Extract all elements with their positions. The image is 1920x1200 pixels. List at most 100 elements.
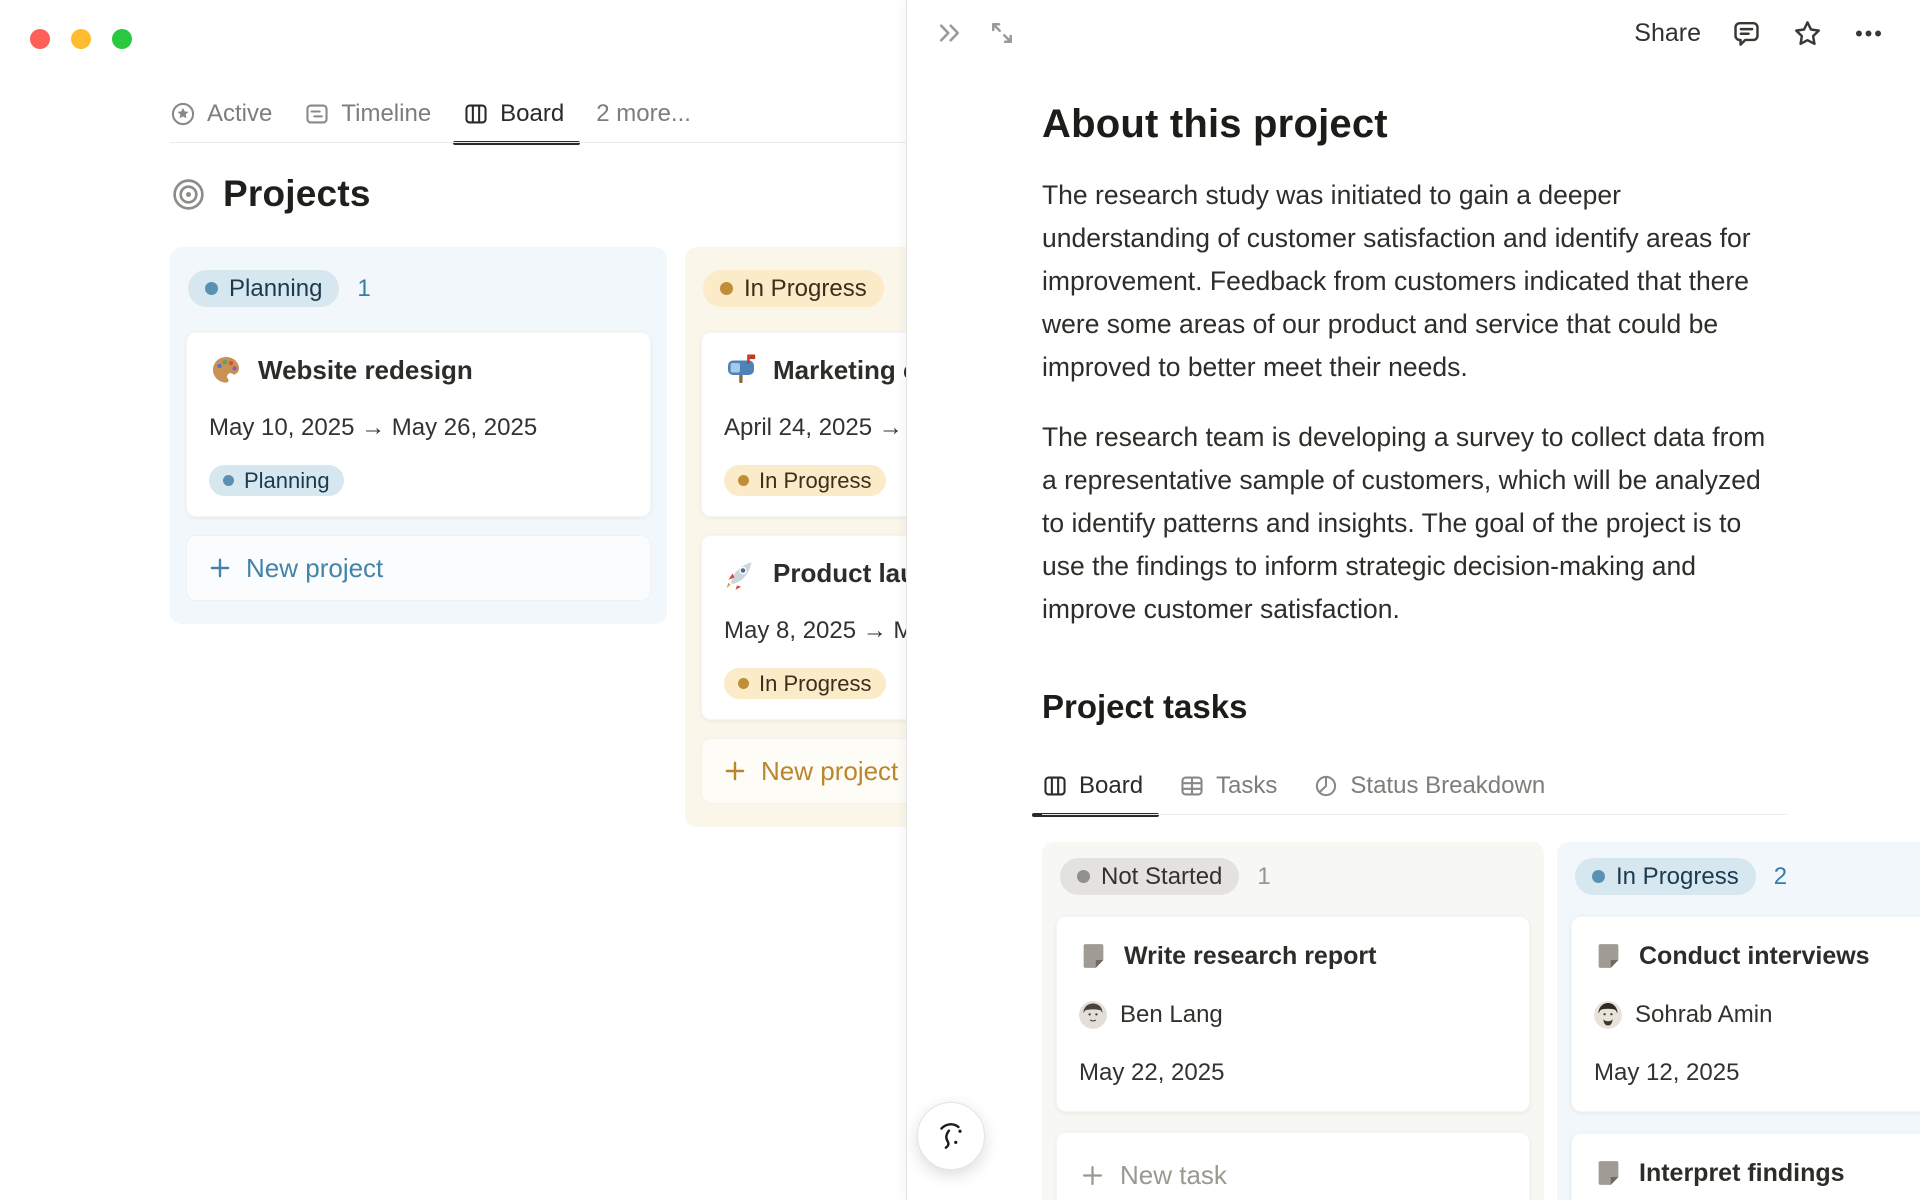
- target-icon: [170, 176, 207, 213]
- column-header: Not Started 1: [1060, 858, 1526, 895]
- card-title: Conduct interviews: [1639, 941, 1870, 970]
- status-dot: [205, 282, 218, 295]
- rocket-icon: [724, 556, 758, 590]
- status-label: Not Started: [1101, 862, 1223, 890]
- column-header: Planning 1: [188, 270, 649, 307]
- card-date: May 12, 2025: [1594, 1059, 1740, 1086]
- status-dot: [720, 282, 733, 295]
- new-task-button[interactable]: New task: [1056, 1132, 1530, 1200]
- card-title: Interpret findings: [1639, 1158, 1845, 1187]
- close-window-button[interactable]: [30, 29, 50, 49]
- column-count: 1: [1257, 862, 1271, 890]
- tasks-tab-label: Tasks: [1216, 772, 1278, 799]
- column-count: 1: [357, 274, 371, 302]
- star-circle-icon: [170, 101, 196, 127]
- plus-icon: [1079, 1162, 1106, 1189]
- card-title: Marketing c: [773, 354, 918, 385]
- section-heading[interactable]: Project tasks: [1042, 688, 1786, 726]
- card-status-tag: In Progress: [724, 465, 886, 496]
- favorite-button[interactable]: [1792, 18, 1823, 49]
- window-controls: [30, 29, 132, 49]
- tasks-column-in-progress: In Progress 2 Conduct interviews Sohrab …: [1557, 842, 1920, 1200]
- avatar-ben-lang: [1079, 1001, 1107, 1029]
- tasks-tab-label: Board: [1079, 772, 1144, 799]
- ai-face-icon: [933, 1118, 969, 1154]
- table-icon: [1179, 773, 1205, 799]
- paragraph[interactable]: The research team is developing a survey…: [1042, 416, 1787, 631]
- board-column-planning: Planning 1 Website redesign May 10, 2025…: [170, 247, 667, 624]
- avatar-sohrab-amin: [1594, 1001, 1622, 1029]
- status-dot: [738, 678, 749, 689]
- view-tab-label: Board: [500, 100, 565, 127]
- view-tabs: Active Timeline Board 2 more...: [170, 100, 906, 145]
- comment-bubble-icon: [1731, 18, 1762, 49]
- status-pill-in-progress[interactable]: In Progress: [1575, 858, 1756, 895]
- expand-page-button[interactable]: [987, 18, 1017, 48]
- tasks-tab-board[interactable]: Board: [1031, 772, 1160, 817]
- view-tab-label: Active: [207, 100, 273, 127]
- status-dot: [738, 475, 749, 486]
- peek-content: About this project The research study wa…: [907, 102, 1920, 1200]
- timeline-icon: [304, 101, 330, 127]
- tabs-divider: [170, 142, 906, 143]
- tasks-tab-label: Status Breakdown: [1350, 772, 1546, 799]
- side-peek-panel: Share About this project The research st…: [906, 0, 1920, 1200]
- card-date-range: May 10, 2025 → May 26, 2025: [209, 414, 538, 441]
- status-dot: [1077, 870, 1090, 883]
- status-pill-not-started[interactable]: Not Started: [1060, 858, 1240, 895]
- status-pill-planning[interactable]: Planning: [188, 270, 340, 307]
- assignee-name: Sohrab Amin: [1635, 1001, 1773, 1028]
- projects-page: Active Timeline Board 2 more... Projects: [170, 0, 1182, 827]
- card-status-tag: In Progress: [724, 668, 886, 699]
- board-icon: [1042, 773, 1068, 799]
- notion-ai-button[interactable]: [917, 1102, 985, 1170]
- view-tab-active[interactable]: Active: [170, 100, 272, 143]
- tasks-column-not-started: Not Started 1 Write research report Ben …: [1042, 842, 1544, 1200]
- card-status-tag: Planning: [209, 465, 344, 496]
- tasks-tab-tasks[interactable]: Tasks: [1179, 772, 1277, 815]
- card-title: Website redesign: [258, 354, 473, 385]
- mailbox-icon: [724, 353, 758, 387]
- tasks-board: Not Started 1 Write research report Ben …: [1042, 842, 1920, 1200]
- projects-board: Planning 1 Website redesign May 10, 2025…: [170, 247, 1182, 827]
- share-button[interactable]: Share: [1634, 19, 1701, 48]
- assignee-name: Ben Lang: [1120, 1001, 1223, 1028]
- status-label: Planning: [229, 274, 323, 302]
- minimize-window-button[interactable]: [71, 29, 91, 49]
- new-project-button[interactable]: New project: [186, 535, 651, 601]
- status-dot: [1592, 870, 1605, 883]
- expand-diagonal-icon: [987, 18, 1017, 48]
- comments-button[interactable]: [1731, 18, 1762, 49]
- view-tab-more[interactable]: 2 more...: [596, 100, 691, 143]
- view-tab-timeline[interactable]: Timeline: [304, 100, 431, 143]
- zoom-window-button[interactable]: [112, 29, 132, 49]
- column-count: 2: [1773, 862, 1788, 890]
- tasks-tab-status-breakdown[interactable]: Status Breakdown: [1313, 772, 1545, 815]
- assignee-row: Sohrab Amin: [1594, 1001, 1920, 1029]
- view-tab-label: Timeline: [341, 100, 432, 127]
- status-label: In Progress: [1616, 862, 1739, 890]
- peek-toolbar: Share: [907, 0, 1920, 66]
- view-tab-board[interactable]: Board: [453, 100, 581, 145]
- page-icon: [1079, 941, 1109, 971]
- page-title[interactable]: Projects: [223, 173, 371, 215]
- tabs-divider: [1042, 814, 1787, 815]
- task-card-write-research-report[interactable]: Write research report Ben Lang May 22, 2…: [1056, 916, 1530, 1112]
- task-card-conduct-interviews[interactable]: Conduct interviews Sohrab Amin May 12, 2…: [1571, 916, 1920, 1112]
- status-label: In Progress: [744, 274, 867, 302]
- more-options-button[interactable]: [1853, 18, 1884, 49]
- view-tab-label: 2 more...: [596, 100, 691, 127]
- plus-icon: [207, 555, 233, 581]
- paragraph[interactable]: The research study was initiated to gain…: [1042, 174, 1787, 389]
- close-peek-button[interactable]: [935, 18, 965, 48]
- document-title[interactable]: About this project: [1042, 102, 1786, 147]
- tasks-view-tabs: Board Tasks Status Breakdown: [1031, 772, 1787, 817]
- ellipsis-icon: [1853, 18, 1884, 49]
- card-title: Product lau: [773, 557, 917, 588]
- page-icon: [1594, 941, 1624, 971]
- project-card-website-redesign[interactable]: Website redesign May 10, 2025 → May 26, …: [186, 332, 651, 517]
- status-pill-in-progress[interactable]: In Progress: [703, 270, 884, 307]
- task-card-interpret-findings[interactable]: Interpret findings: [1571, 1133, 1920, 1200]
- assignee-row: Ben Lang: [1079, 1001, 1507, 1029]
- page-title-row: Projects: [170, 173, 906, 215]
